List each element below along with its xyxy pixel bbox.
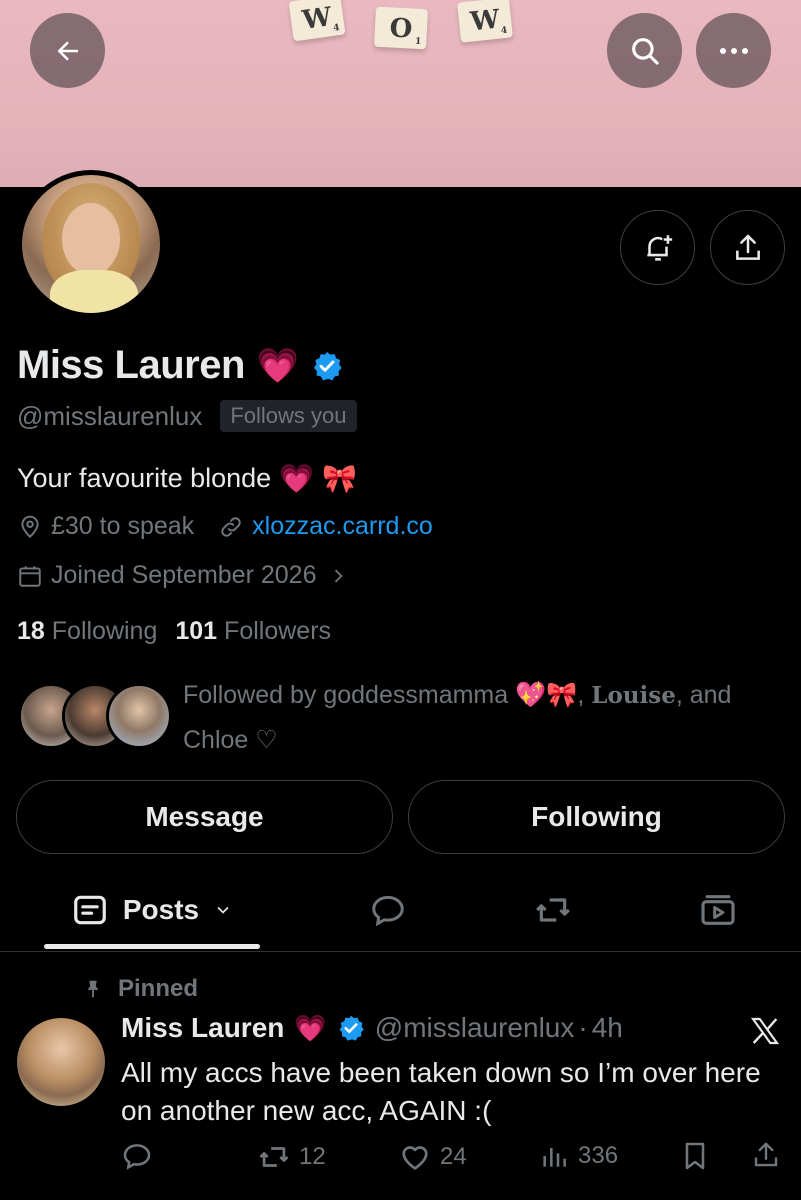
more-options-button[interactable] [696, 13, 771, 88]
mutual-follower-name: Louise [591, 682, 676, 709]
tab-reposts[interactable] [513, 868, 593, 952]
active-tab-indicator [44, 944, 260, 949]
notification-subscribe-button[interactable] [620, 210, 695, 285]
follow-counts: 18 Following 101 Followers [17, 617, 331, 646]
tab-media[interactable] [678, 868, 758, 952]
heart-icon [402, 1146, 428, 1170]
search-button[interactable] [607, 13, 682, 88]
tweet-author-avatar[interactable] [17, 1018, 105, 1106]
profile-bio: Your favourite blonde 💗 🎀 [17, 462, 357, 495]
reply-icon [372, 895, 404, 927]
profile-avatar[interactable] [17, 170, 165, 318]
mutual-followers-avatars[interactable] [18, 683, 172, 749]
tweet-text: All my accs have been taken down so I’m … [121, 1057, 761, 1126]
following-count-link[interactable]: 18 Following [17, 617, 157, 646]
bell-plus-icon [646, 234, 672, 261]
tab-posts-label: Posts [122, 894, 200, 925]
arrow-left-icon [57, 40, 78, 61]
bookmark-icon [685, 1142, 705, 1170]
message-button[interactable]: Message [16, 780, 393, 854]
scrabble-tile: O1 [373, 6, 429, 50]
location-text: £30 to speak [51, 512, 195, 540]
heart-ribbon-emoji: 💖🎀 [515, 681, 578, 709]
separator-dot: · [578, 1012, 588, 1043]
pinned-label: Pinned [82, 975, 198, 1003]
verified-badge-icon [339, 1015, 364, 1041]
share-action[interactable] [751, 1140, 781, 1170]
location-pin-icon [21, 515, 39, 538]
view-count: 336 [578, 1142, 619, 1169]
heart-emoji: 💗 [294, 1012, 327, 1043]
tweet-author-name[interactable]: Miss Lauren [121, 1012, 284, 1044]
tab-posts[interactable]: Posts [44, 868, 260, 952]
profile-banner: W4 O1 W4 [0, 0, 801, 187]
more-icon [719, 47, 748, 54]
profile-meta-location-link: £30 to speak xlozzac.carrd.co [17, 512, 433, 541]
repost-action[interactable]: 12 [257, 1140, 326, 1174]
ribbon-emoji: 🎀 [322, 463, 357, 494]
back-button[interactable] [30, 13, 105, 88]
like-action[interactable]: 24 [398, 1140, 467, 1174]
search-icon [631, 37, 659, 65]
website-link[interactable]: xlozzac.carrd.co [252, 512, 433, 541]
mutual-follower-name: Chloe ♡ [183, 726, 278, 754]
views-action[interactable]: 336 [538, 1140, 618, 1172]
repost-icon [536, 898, 570, 922]
following-button[interactable]: Following [408, 780, 785, 854]
reply-action[interactable] [121, 1140, 153, 1172]
tweet-timestamp[interactable]: 4h [592, 1012, 623, 1044]
profile-tabs: Posts [0, 868, 801, 952]
posts-icon [74, 895, 106, 925]
scrabble-tile: W4 [288, 0, 346, 42]
avatar [106, 683, 172, 749]
share-icon [754, 1142, 778, 1167]
share-profile-button[interactable] [710, 210, 785, 285]
reply-icon [123, 1144, 151, 1170]
heart-emoji: 💗 [279, 463, 315, 494]
followers-count-link[interactable]: 101 Followers [175, 617, 331, 646]
followed-by-text[interactable]: Followed by goddessmamma 💖🎀, Louise, and… [183, 673, 783, 763]
verified-badge-icon[interactable] [311, 350, 343, 382]
bookmark-action[interactable] [679, 1140, 711, 1172]
follows-you-badge: Follows you [220, 400, 357, 432]
tweet-header: Miss Lauren 💗 @misslaurenlux · 4h [121, 1012, 623, 1044]
bio-text: Your favourite blonde [17, 463, 272, 493]
share-icon [735, 234, 760, 260]
repost-icon [259, 1147, 289, 1167]
calendar-icon [19, 565, 41, 587]
like-count: 24 [440, 1143, 467, 1170]
repost-count: 12 [299, 1143, 326, 1170]
profile-handle-row: @misslaurenlux Follows you [17, 400, 357, 432]
link-icon [221, 516, 241, 537]
profile-name: Miss Lauren 💗 [17, 343, 343, 388]
x-logo-icon [750, 1017, 780, 1045]
media-icon [701, 895, 735, 925]
analytics-icon [543, 1148, 566, 1167]
tab-replies[interactable] [348, 868, 428, 952]
joined-date: Joined September 2026 [51, 561, 317, 589]
tweet-author-handle[interactable]: @misslaurenlux [375, 1012, 575, 1044]
display-name: Miss Lauren [17, 343, 245, 387]
profile-meta-joined: Joined September 2026 [17, 561, 348, 590]
pin-icon [87, 980, 99, 998]
chevron-right-icon[interactable] [328, 566, 348, 586]
chevron-down-icon [217, 906, 229, 914]
heart-emoji: 💗 [256, 346, 299, 385]
profile-handle: @misslaurenlux [17, 400, 203, 431]
scrabble-tile: W4 [457, 0, 513, 43]
